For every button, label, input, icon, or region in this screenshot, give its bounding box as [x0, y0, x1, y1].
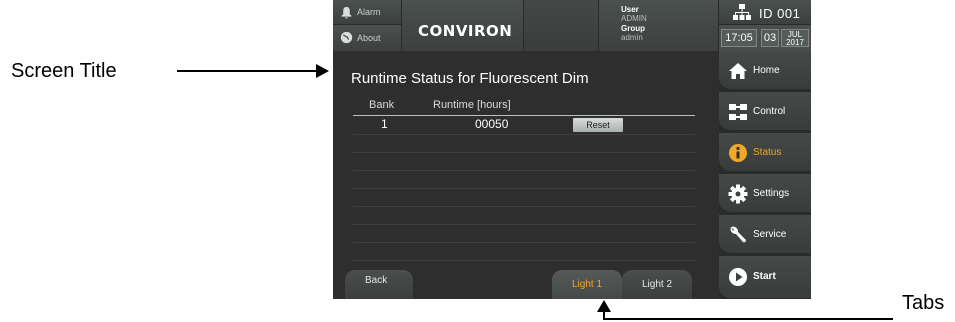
screen-title-annotation: Screen Title — [11, 60, 117, 82]
id-label: ID 001 — [759, 6, 801, 21]
user-info[interactable]: User ADMIN Group admin — [599, 0, 719, 51]
network-icon — [733, 4, 751, 20]
nav-settings-label: Settings — [753, 188, 790, 199]
row-divider — [353, 188, 695, 189]
main-panel: Runtime Status for Fluorescent Dim Bank … — [333, 51, 719, 299]
row-divider — [353, 242, 695, 243]
time-display: 17:05 — [721, 29, 757, 47]
nav-home-label: Home — [753, 65, 780, 76]
back-button[interactable]: Back — [345, 270, 413, 299]
screen-title: Runtime Status for Fluorescent Dim — [351, 70, 589, 87]
tab-light-1[interactable]: Light 1 — [552, 270, 622, 299]
nav-status[interactable]: Status — [719, 133, 811, 172]
top-bar: Alarm About CONVIRON User ADMIN Group ad… — [333, 0, 811, 51]
about-button[interactable]: About — [333, 25, 402, 51]
wrench-icon — [730, 226, 746, 243]
row-divider — [353, 260, 695, 261]
arrow-up-icon — [597, 300, 611, 312]
globe-icon — [340, 31, 353, 44]
reset-button[interactable]: Reset — [573, 118, 623, 132]
nav-start[interactable]: Start — [719, 256, 811, 299]
control-icon — [729, 104, 747, 120]
alarm-label: Alarm — [357, 7, 381, 17]
arrow-right-icon — [316, 64, 329, 78]
bank-value: 1 — [381, 117, 388, 131]
row-divider — [353, 134, 695, 135]
date-day: 03 — [761, 29, 779, 47]
nav-service-label: Service — [753, 229, 787, 240]
header-divider — [353, 115, 695, 116]
user-label: User — [621, 5, 639, 14]
user-value: ADMIN — [621, 14, 647, 23]
screen-title-arrow-line — [177, 70, 319, 72]
topbar-spacer — [524, 0, 599, 51]
column-header-bank: Bank — [369, 99, 395, 111]
group-label: Group — [621, 24, 645, 33]
nav-status-label: Status — [753, 147, 782, 158]
logo-area: CONVIRON — [402, 0, 524, 51]
nav-control[interactable]: Control — [719, 92, 811, 131]
bell-icon — [341, 6, 352, 19]
nav-control-label: Control — [753, 106, 786, 117]
about-label: About — [357, 33, 381, 43]
chamber-id[interactable]: ID 001 — [719, 0, 811, 25]
tabs-annotation: Tabs — [902, 292, 945, 314]
device-screen: Alarm About CONVIRON User ADMIN Group ad… — [333, 0, 811, 299]
alarm-button[interactable]: Alarm — [333, 0, 402, 25]
home-icon — [729, 63, 747, 79]
date-year: 2017 — [786, 38, 804, 47]
row-divider — [353, 224, 695, 225]
nav-service[interactable]: Service — [719, 215, 811, 254]
row-divider — [353, 152, 695, 153]
date-time[interactable]: 17:05 03 JUL 2017 — [719, 25, 811, 51]
column-header-runtime: Runtime [hours] — [433, 99, 511, 111]
row-divider — [353, 206, 695, 207]
nav-start-label: Start — [753, 271, 776, 282]
side-navigation: Home Control Status Settings Service Sta… — [719, 51, 811, 299]
nav-home[interactable]: Home — [719, 51, 811, 90]
info-icon — [729, 144, 747, 162]
conviron-logo: CONVIRON — [418, 22, 513, 40]
row-divider — [353, 170, 695, 171]
tab-light-2[interactable]: Light 2 — [622, 270, 692, 299]
gear-icon — [728, 184, 748, 204]
tabs-arrow-line-horizontal — [603, 318, 893, 320]
group-value: admin — [621, 33, 643, 42]
runtime-value: 00050 — [475, 117, 509, 131]
nav-settings[interactable]: Settings — [719, 174, 811, 213]
play-icon — [729, 268, 747, 286]
date-month-year: JUL 2017 — [781, 29, 809, 47]
